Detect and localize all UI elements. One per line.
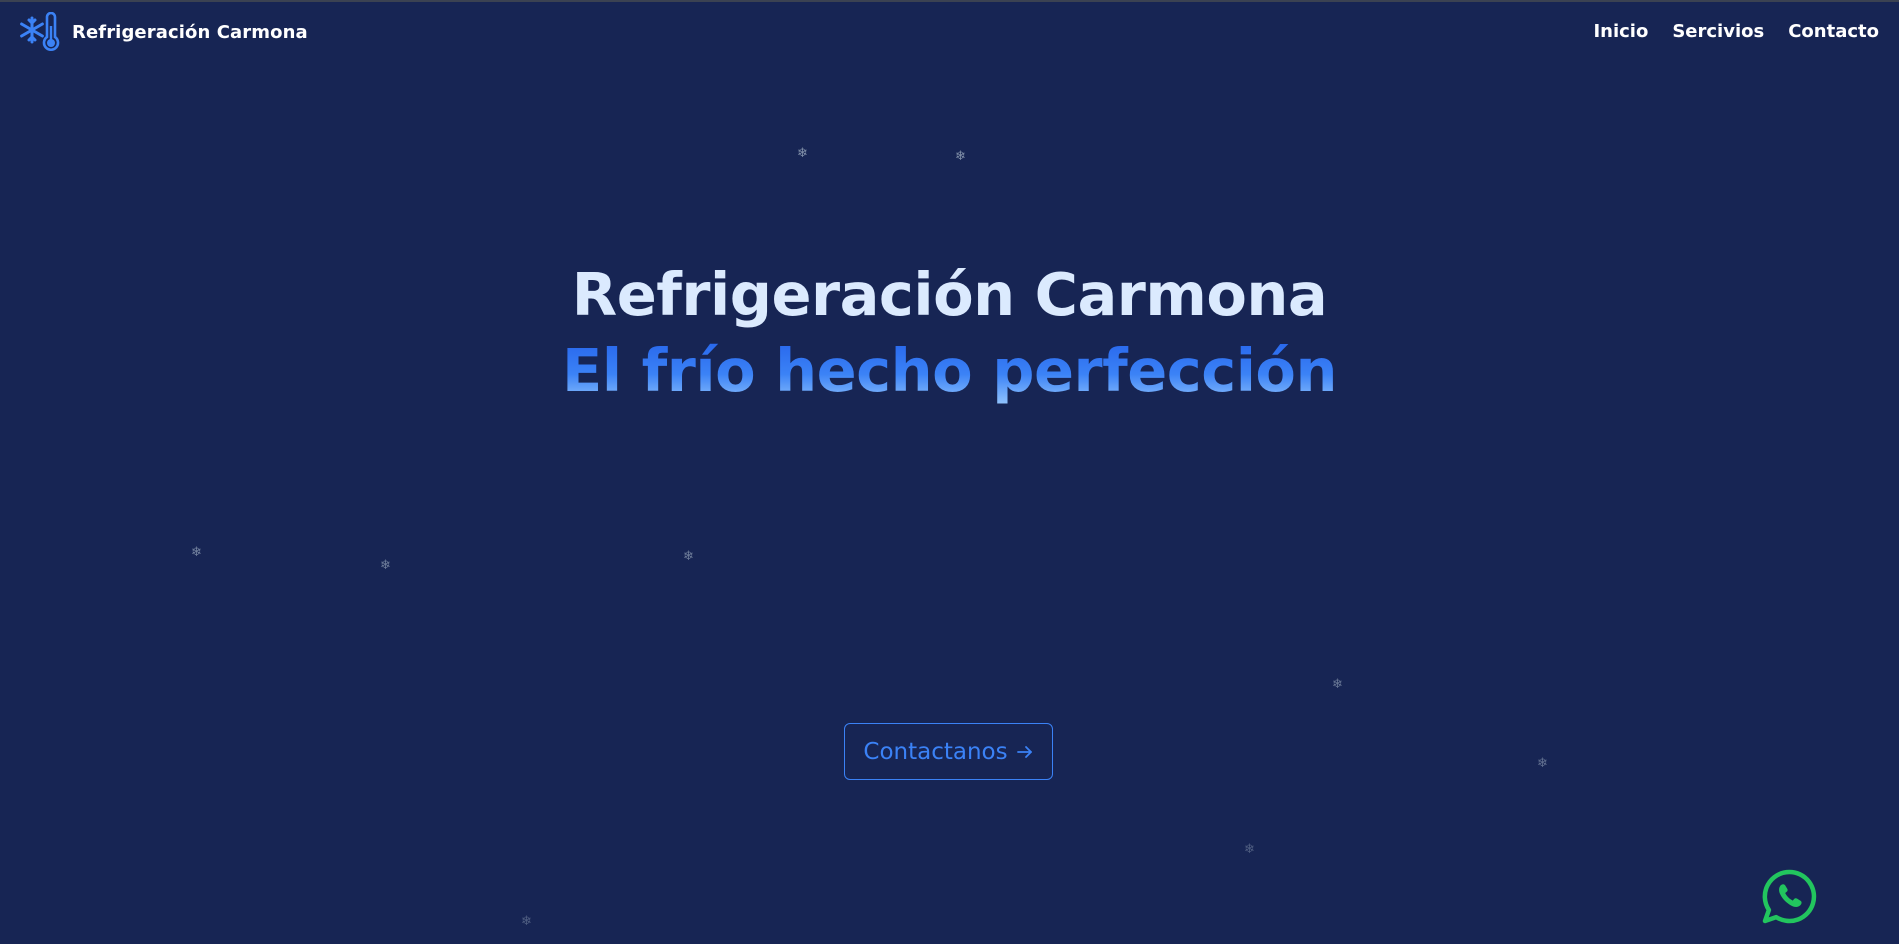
main-nav: Inicio Sercivios Contacto: [1593, 21, 1879, 42]
snowflake-icon: ❄: [191, 545, 202, 560]
hero-title: Refrigeración Carmona: [571, 260, 1328, 329]
navbar: Refrigeración Carmona Inicio Sercivios C…: [0, 2, 1899, 64]
brand[interactable]: Refrigeración Carmona: [20, 12, 308, 52]
whatsapp-icon: [1762, 869, 1817, 924]
hero-subtitle: El frío hecho perfección: [0, 336, 1899, 405]
snowflake-icon: ❄: [683, 549, 694, 564]
nav-link-contacto[interactable]: Contacto: [1788, 21, 1879, 42]
nav-link-servicios[interactable]: Sercivios: [1672, 21, 1764, 42]
snowflake-icon: ❄: [1332, 677, 1343, 692]
nav-link-inicio[interactable]: Inicio: [1593, 21, 1648, 42]
snowflake-icon: ❄: [1537, 756, 1548, 771]
snowflake-thermometer-icon: [20, 12, 60, 51]
snowflake-icon: ❄: [521, 914, 532, 929]
snowflake-icon: ❄: [1244, 842, 1255, 857]
contact-cta-label: Contactanos: [863, 738, 1008, 765]
snowflake-icon: ❄: [797, 146, 808, 161]
contact-cta-button[interactable]: Contactanos: [844, 723, 1053, 780]
arrow-right-icon: [1016, 745, 1032, 758]
whatsapp-button[interactable]: [1762, 869, 1817, 924]
brand-name: Refrigeración Carmona: [72, 21, 308, 43]
snowflake-icon: ❄: [380, 558, 391, 573]
snowflake-icon: ❄: [955, 149, 966, 164]
